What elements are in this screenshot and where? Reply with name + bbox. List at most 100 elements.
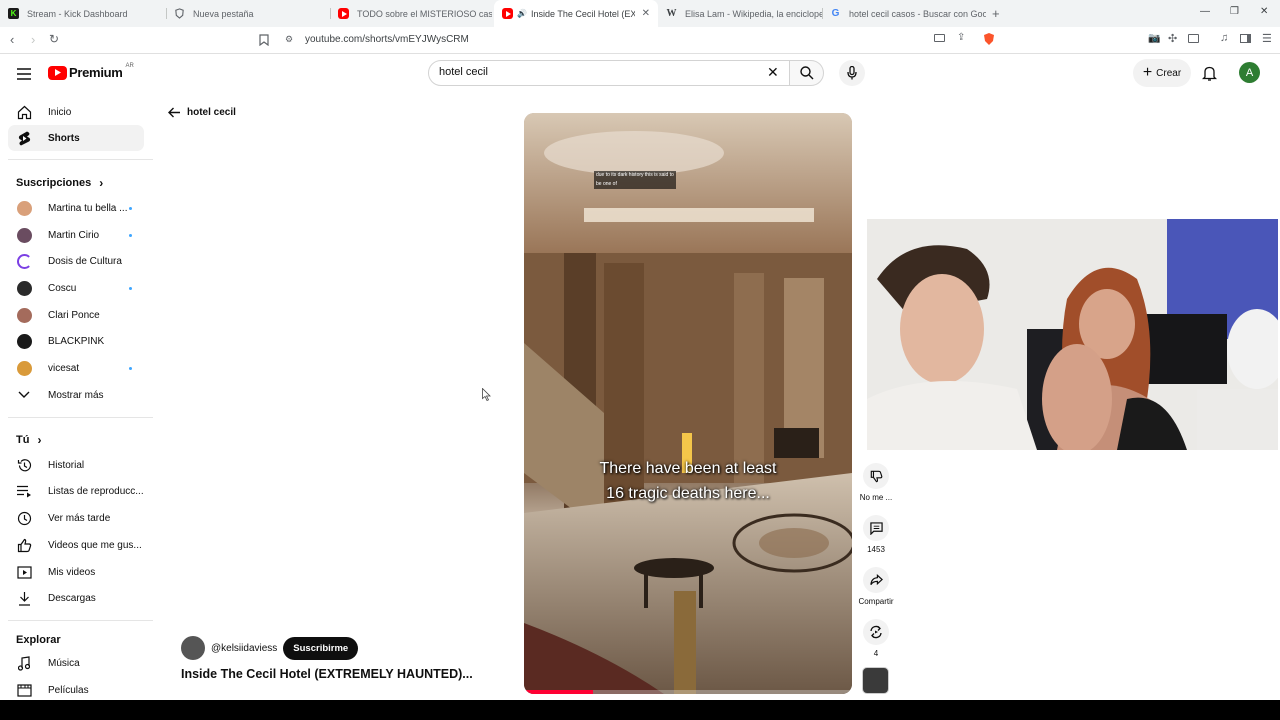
tab-new-tab[interactable]: Nueva pestaña xyxy=(166,0,330,27)
search-input[interactable] xyxy=(439,66,739,78)
sidebar-item-liked-videos[interactable]: Videos que me gus... xyxy=(8,532,144,558)
subscription-item[interactable]: Martin Cirio xyxy=(8,222,144,248)
remix-icon xyxy=(870,625,882,639)
my-videos-icon xyxy=(16,564,32,580)
watch-later-icon xyxy=(16,510,32,526)
sidebar-item-downloads[interactable]: Descargas xyxy=(8,585,144,611)
youtube-icon xyxy=(502,8,513,19)
kick-icon: K xyxy=(8,8,19,19)
subscription-item[interactable]: vicesat xyxy=(8,355,144,381)
search-icon xyxy=(799,66,813,80)
tab-wikipedia[interactable]: W Elisa Lam - Wikipedia, la enciclopedi xyxy=(658,0,823,27)
tab-search-icon[interactable] xyxy=(1188,34,1199,43)
you-header[interactable]: Tú › xyxy=(16,433,41,447)
search-box: ✕ xyxy=(428,60,790,86)
subscription-item[interactable]: BLACKPINK xyxy=(8,328,144,354)
audio-track-thumbnail[interactable] xyxy=(862,667,889,694)
short-video-player[interactable]: due to its dark history this is said to … xyxy=(524,113,852,694)
sidebar-item-my-videos[interactable]: Mis videos xyxy=(8,559,144,585)
tab-cecil-hotel-active[interactable]: 🔊 Inside The Cecil Hotel (EXTRE ✕ xyxy=(494,0,658,27)
tab-kick-dashboard[interactable]: K Stream - Kick Dashboard xyxy=(0,0,168,27)
plus-icon: + xyxy=(1142,64,1153,81)
tab-google-search[interactable]: G hotel cecil casos - Buscar con Google xyxy=(822,0,986,27)
back-to-search[interactable]: hotel cecil xyxy=(168,107,236,118)
close-window-icon[interactable]: ✕ xyxy=(1260,6,1268,17)
new-tab-button[interactable]: + xyxy=(992,6,1000,21)
remix-button[interactable]: 4 xyxy=(856,619,896,658)
clear-search-icon[interactable]: ✕ xyxy=(767,64,779,81)
browser-tab-bar: K Stream - Kick Dashboard Nueva pestaña … xyxy=(0,0,1280,27)
search-button[interactable] xyxy=(790,60,824,86)
chevron-down-icon xyxy=(16,387,32,403)
download-icon xyxy=(16,590,32,606)
mouse-cursor xyxy=(482,387,491,406)
new-content-dot xyxy=(129,286,132,290)
webcam-scene xyxy=(867,219,1278,450)
close-tab-icon[interactable]: ✕ xyxy=(642,8,650,19)
comments-button[interactable]: 1453 xyxy=(856,515,896,554)
new-content-dot xyxy=(129,233,132,237)
media-icon[interactable]: ♫ xyxy=(1220,32,1228,44)
new-content-dot xyxy=(129,366,132,370)
notifications-bell-icon[interactable] xyxy=(1201,65,1218,86)
site-info-icon[interactable]: ⚙ xyxy=(285,34,293,45)
minimize-icon[interactable]: — xyxy=(1200,6,1210,17)
chevron-right-icon: › xyxy=(37,433,42,447)
account-avatar[interactable]: A xyxy=(1239,62,1260,83)
audio-playing-icon[interactable]: 🔊 xyxy=(517,9,527,18)
google-icon: G xyxy=(831,8,840,19)
show-more-button[interactable]: Mostrar más xyxy=(8,382,144,408)
sidebar-item-watch-later[interactable]: Ver más tarde xyxy=(8,505,144,531)
short-title[interactable]: Inside The Cecil Hotel (EXTREMELY HAUNTE… xyxy=(181,667,473,681)
sidebar-item-music[interactable]: Música xyxy=(8,650,144,676)
sidebar-item-inicio[interactable]: Inicio xyxy=(8,99,144,125)
sidebar-toggle-icon[interactable] xyxy=(1240,34,1251,43)
share-page-icon[interactable]: ⇪ xyxy=(957,32,965,43)
youtube-header: Premium AR ✕ + Crear A xyxy=(0,54,1280,94)
camera-icon[interactable]: 📷 xyxy=(1148,33,1160,44)
subscription-item[interactable]: Clari Ponce xyxy=(8,302,144,328)
menu-icon[interactable]: ☰ xyxy=(1262,32,1272,45)
hamburger-menu-icon[interactable] xyxy=(17,67,31,85)
restore-icon[interactable]: ❐ xyxy=(1230,6,1239,17)
youtube-premium-logo[interactable]: Premium AR xyxy=(48,63,134,80)
subscribe-button[interactable]: Suscribirme xyxy=(283,636,359,660)
comment-icon xyxy=(869,521,883,535)
subscription-item[interactable]: Dosis de Cultura xyxy=(8,248,144,274)
dislike-button[interactable]: No me ... xyxy=(856,463,896,502)
channel-row: @kelsiidaviess Suscribirme xyxy=(181,636,359,660)
sidebar-item-playlists[interactable]: Listas de reproducc... xyxy=(8,478,144,504)
voice-search-button[interactable] xyxy=(839,60,865,86)
hotel-lobby-scene xyxy=(524,113,852,694)
tab-todo-misterioso[interactable]: TODO sobre el MISTERIOSO caso de xyxy=(330,0,492,27)
back-icon[interactable]: ‹ xyxy=(10,32,14,47)
channel-handle[interactable]: @kelsiidaviess xyxy=(211,643,277,654)
brave-shields-icon[interactable] xyxy=(982,32,996,51)
sidebar-item-history[interactable]: Historial xyxy=(8,452,144,478)
bookmark-icon[interactable] xyxy=(259,33,269,51)
url-field[interactable]: youtube.com/shorts/vmEYJWysCRM xyxy=(305,34,469,45)
channel-avatar xyxy=(16,360,32,376)
arrow-left-icon xyxy=(168,107,180,118)
reload-icon[interactable]: ↻ xyxy=(49,32,59,46)
subscription-item[interactable]: Coscu xyxy=(8,275,144,301)
brave-shield-icon xyxy=(174,8,185,19)
youtube-icon xyxy=(338,8,349,19)
video-caption: There have been at least 16 tragic death… xyxy=(599,460,777,502)
create-button[interactable]: + Crear xyxy=(1133,59,1191,87)
share-button[interactable]: Compartir xyxy=(856,567,896,606)
extensions-icon[interactable]: ✣ xyxy=(1168,32,1177,45)
channel-avatar xyxy=(16,333,32,349)
video-progress-bar[interactable] xyxy=(524,690,852,694)
channel-avatar xyxy=(16,253,32,269)
subscription-item[interactable]: Martina tu bella ... xyxy=(8,195,144,221)
cast-icon[interactable] xyxy=(934,34,945,42)
forward-icon[interactable]: › xyxy=(31,32,35,47)
subscriptions-header[interactable]: Suscripciones › xyxy=(16,176,103,190)
new-content-dot xyxy=(129,206,132,210)
channel-avatar[interactable] xyxy=(181,636,205,660)
history-icon xyxy=(16,457,32,473)
sidebar-item-shorts[interactable]: Shorts xyxy=(8,125,144,151)
channel-avatar xyxy=(16,200,32,216)
address-bar: ‹ › ↻ ⚙ youtube.com/shorts/vmEYJWysCRM ⇪… xyxy=(0,27,1280,54)
